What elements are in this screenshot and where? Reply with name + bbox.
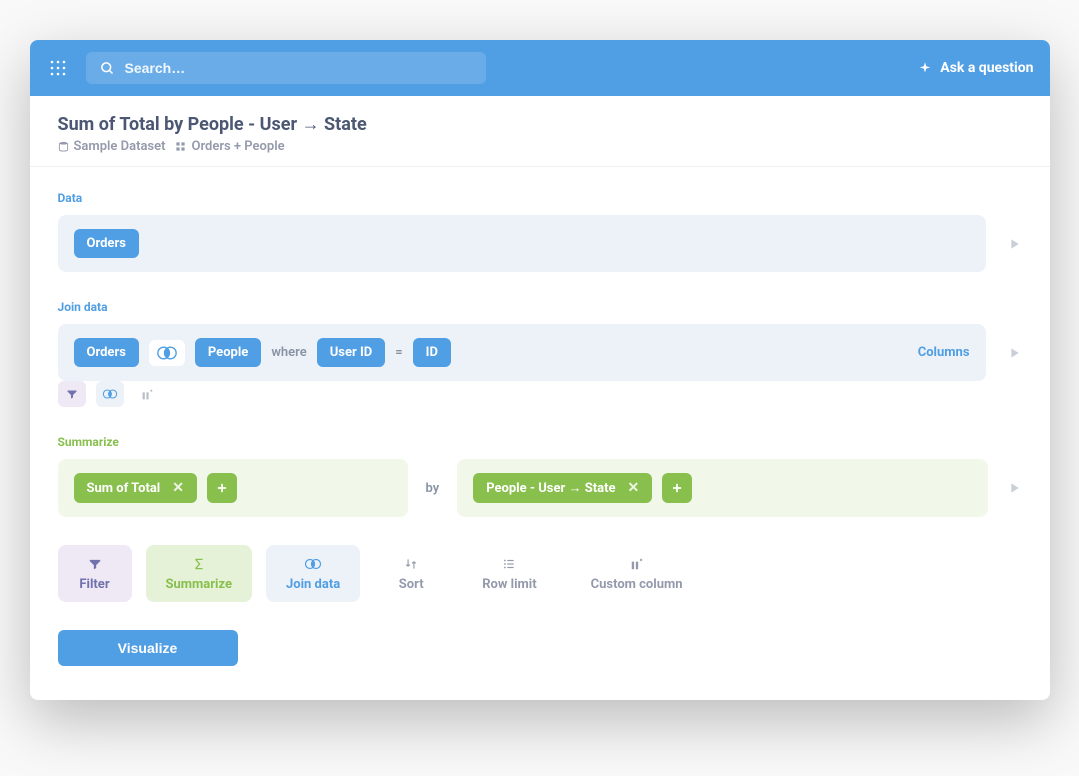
join-tool-row: [58, 381, 1022, 407]
sort-icon: [404, 557, 418, 571]
top-bar: Ask a question: [30, 40, 1050, 96]
where-text: where: [271, 345, 306, 360]
venn-icon: [304, 557, 322, 571]
content: Data Orders Join data Orders People wher…: [30, 167, 1050, 700]
page-title: Sum of Total by People - User → State: [58, 114, 1022, 135]
sigma-icon: [192, 557, 206, 571]
venn-icon: [102, 388, 118, 400]
join-row: Orders People where User ID = ID Columns: [58, 324, 1022, 381]
list-icon: [502, 557, 516, 571]
summarize-row: Sum of Total ✕ by People - User → State …: [58, 459, 1022, 517]
equals-text: =: [395, 345, 402, 360]
data-panel[interactable]: Orders: [58, 215, 986, 272]
search-box[interactable]: [86, 52, 486, 84]
search-icon: [100, 61, 115, 76]
filter-icon: [88, 557, 102, 571]
logo-icon[interactable]: [46, 56, 70, 80]
columns-link[interactable]: Columns: [918, 345, 970, 360]
run-query-button[interactable]: [1006, 345, 1022, 361]
breadcrumb-table[interactable]: Orders + People: [175, 139, 284, 154]
breadcrumb-dataset[interactable]: Sample Dataset: [58, 139, 166, 154]
ask-question-button[interactable]: Ask a question: [918, 60, 1033, 76]
filter-icon-button[interactable]: [58, 381, 86, 407]
data-source-chip[interactable]: Orders: [74, 229, 139, 258]
add-dimension-button[interactable]: [662, 473, 692, 503]
row-limit-action[interactable]: Row limit: [462, 545, 556, 602]
join-panel: Orders People where User ID = ID Columns: [58, 324, 986, 381]
database-icon: [58, 141, 69, 152]
venn-icon: [157, 346, 177, 360]
filter-action[interactable]: Filter: [58, 545, 132, 602]
summarize-metric-chip[interactable]: Sum of Total ✕: [74, 473, 198, 503]
join-section-label: Join data: [58, 300, 1022, 314]
grid-icon: [175, 141, 186, 152]
breadcrumb: Sample Dataset Orders + People: [58, 139, 1022, 154]
search-input[interactable]: [125, 60, 321, 76]
join-left-table-chip[interactable]: Orders: [74, 338, 139, 367]
custom-column-icon: [141, 388, 154, 401]
summarize-dimension-panel: People - User → State ✕: [457, 459, 987, 517]
join-right-table-chip[interactable]: People: [195, 338, 261, 367]
action-row: Filter Summarize Join data Sort Row limi…: [58, 545, 1022, 602]
plus-icon: [215, 481, 229, 495]
visualize-button[interactable]: Visualize: [58, 630, 238, 666]
join-left-column-chip[interactable]: User ID: [317, 338, 386, 367]
custom-column-action[interactable]: Custom column: [571, 545, 703, 602]
run-query-button[interactable]: [1006, 480, 1022, 496]
data-section-label: Data: [58, 191, 1022, 205]
remove-dimension-icon[interactable]: ✕: [628, 480, 640, 496]
summarize-section-label: Summarize: [58, 435, 1022, 449]
join-data-action[interactable]: Join data: [266, 545, 360, 602]
join-icon-button[interactable]: [96, 381, 124, 407]
sort-action[interactable]: Sort: [374, 545, 448, 602]
run-query-button[interactable]: [1006, 236, 1022, 252]
add-metric-button[interactable]: [207, 473, 237, 503]
by-text: by: [426, 481, 440, 496]
plus-icon: [670, 481, 684, 495]
filter-icon: [66, 388, 78, 400]
custom-column-icon: [630, 557, 644, 571]
ask-question-label: Ask a question: [940, 60, 1033, 76]
summarize-action[interactable]: Summarize: [146, 545, 253, 602]
add-column-icon-button[interactable]: [134, 381, 162, 407]
summarize-dimension-chip[interactable]: People - User → State ✕: [473, 473, 652, 503]
app-window: Ask a question Sum of Total by People - …: [30, 40, 1050, 700]
page-header: Sum of Total by People - User → State Sa…: [30, 96, 1050, 167]
data-row: Orders: [58, 215, 1022, 272]
remove-metric-icon[interactable]: ✕: [172, 480, 184, 496]
summarize-metric-panel: Sum of Total ✕: [58, 459, 408, 517]
join-right-column-chip[interactable]: ID: [413, 338, 451, 367]
join-type-button[interactable]: [149, 340, 185, 366]
plus-icon: [918, 61, 932, 75]
